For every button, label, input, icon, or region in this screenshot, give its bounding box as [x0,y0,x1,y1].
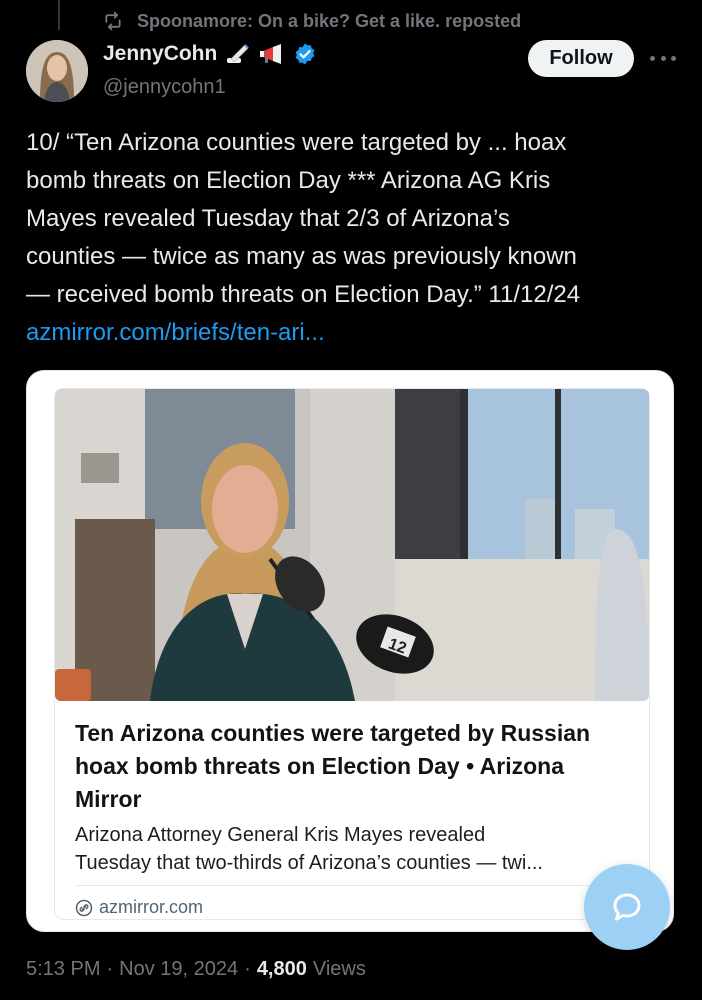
tweet-line: Mayes revealed Tuesday that 2/3 of Arizo… [26,205,510,232]
views-count: 4,800 [256,958,307,980]
more-dot [650,55,655,61]
more-dot [660,55,666,61]
more-dot [671,55,676,61]
megaphone-icon [260,44,282,64]
card-domain-text: azmirror.com [99,897,204,917]
avatar[interactable] [26,40,88,102]
card-image[interactable]: 12 [55,389,649,701]
tweet-text: 10/ “Ten Arizona counties were targeted … [26,124,666,352]
card-description-line: Tuesday that two-thirds of Arizona’s cou… [75,852,543,874]
card-title[interactable]: Ten Arizona counties were targeted by Ru… [75,717,635,816]
card-domain[interactable]: azmirror.com [75,897,203,918]
press-conference-photo: 12 [55,389,649,701]
tweet-meta: 5:13 PM · Nov 19, 2024 · 4,800 Views [26,958,366,981]
avatar-image [26,40,88,102]
tweet-line: counties — twice as many as was previous… [26,243,577,270]
link-preview-card[interactable]: 12 Ten Arizona counties were targeted by… [26,370,674,932]
reply-fab-button[interactable] [584,864,670,950]
card-description-line: Arizona Attorney General Kris Mayes reve… [75,824,486,846]
tweet-line: — received bomb threats on Election Day.… [26,281,581,308]
tweet-link[interactable]: azmirror.com/briefs/ten-ari... [26,314,666,352]
thread-connector-line [58,0,60,30]
author-name-row[interactable]: JennyCohn [103,42,317,66]
tweet-date[interactable]: Nov 19, 2024 [119,958,238,981]
author-display-name[interactable]: JennyCohn [103,42,217,66]
repost-indicator[interactable]: Spoonamore: On a bike? Get a like. repos… [103,8,521,34]
card-description: Arizona Attorney General Kris Mayes reve… [75,821,635,877]
tweet-line: bomb threats on Election Day *** Arizona… [26,167,551,194]
meta-separator: · [106,958,114,980]
card-divider [75,885,627,886]
verified-badge-icon [295,43,315,65]
tweet-line: 10/ “Ten Arizona counties were targeted … [26,129,567,156]
meta-separator: · [244,958,251,980]
chat-bubble-icon [613,893,641,921]
follow-button[interactable]: Follow [528,40,634,77]
tweet-time[interactable]: 5:13 PM [26,958,100,981]
more-icon[interactable] [650,48,676,68]
link-icon [75,899,93,916]
author-handle[interactable]: @jennycohn1 [103,76,226,99]
writing-hand-icon [227,44,250,63]
repost-text: Spoonamore: On a bike? Get a like. repos… [137,10,522,31]
repost-icon [105,11,121,31]
views-label: Views [312,958,366,980]
